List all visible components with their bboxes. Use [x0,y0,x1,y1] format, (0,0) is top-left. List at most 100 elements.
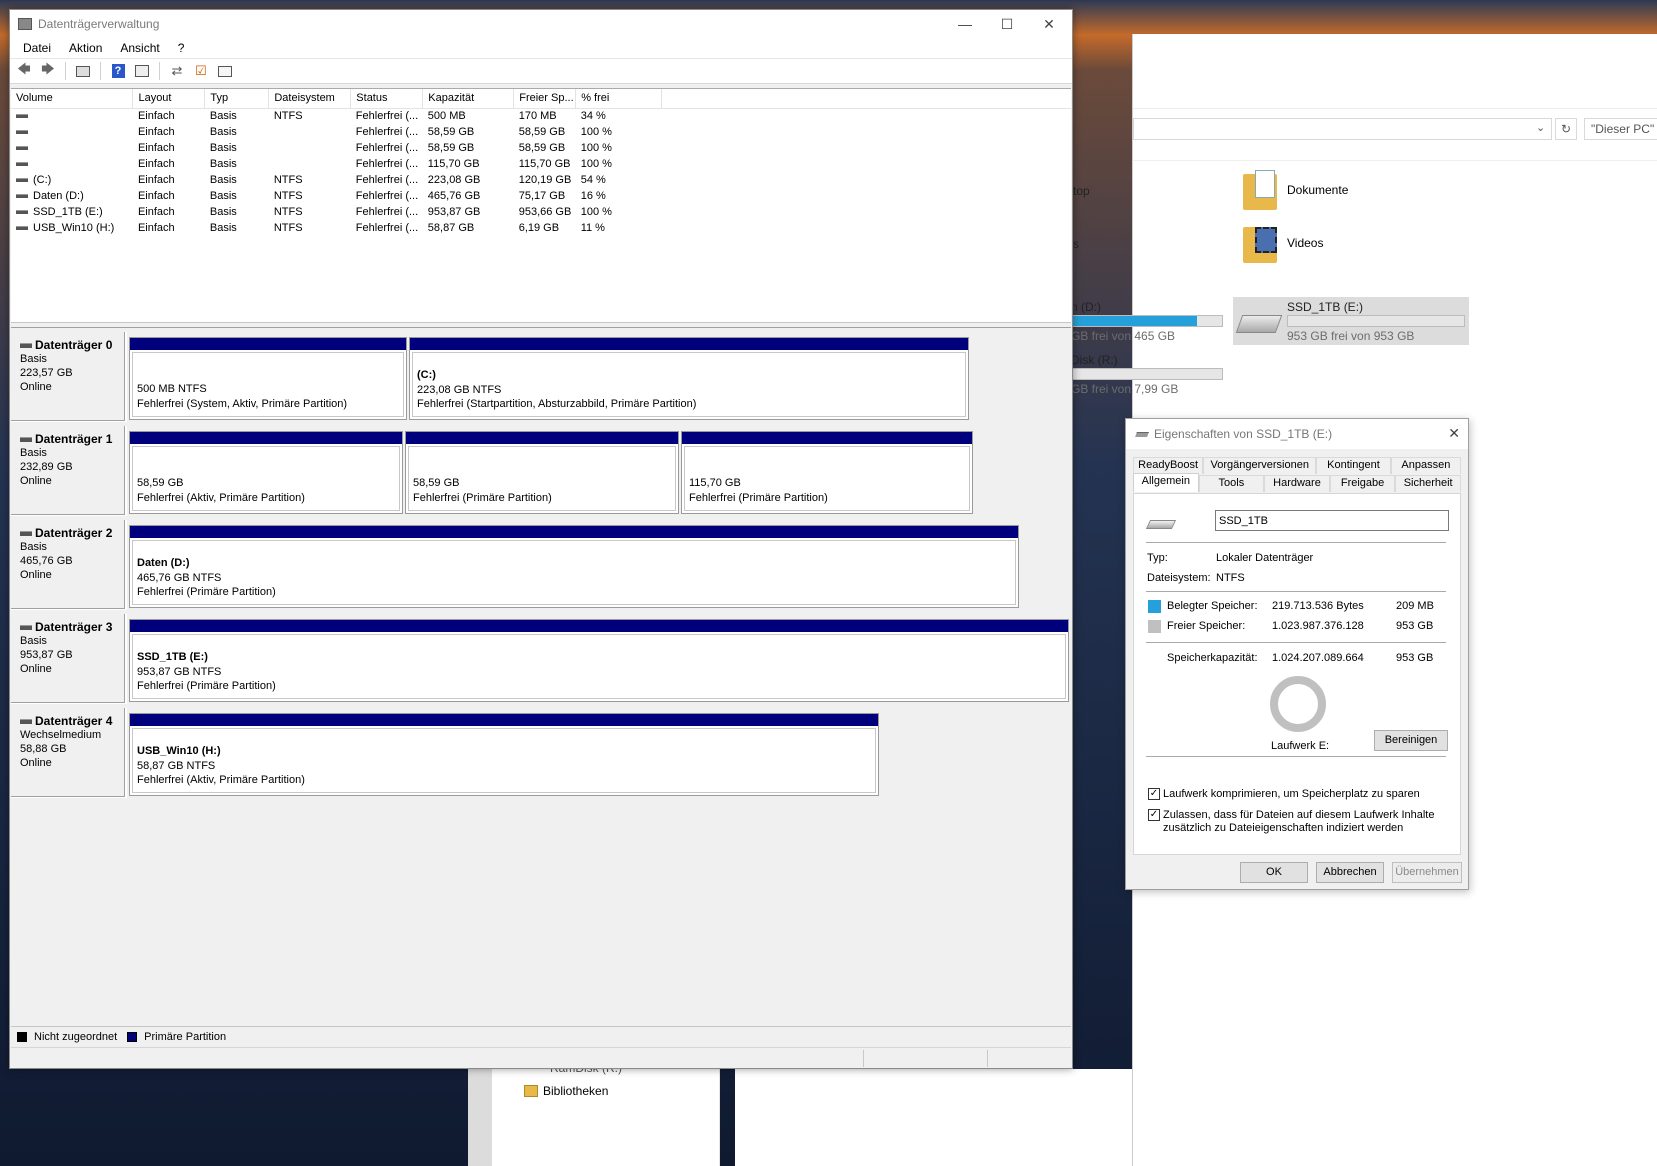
disk-label[interactable]: Datenträger 0 Basis 223,57 GB Online [11,332,127,422]
drive-e-tile[interactable]: SSD_1TB (E:) 953 GB frei von 953 GB [1233,297,1469,345]
ok-button[interactable]: OK [1240,862,1308,883]
partition-details: 500 MB NTFS Fehlerfrei (System, Aktiv, Pr… [132,352,404,417]
filler-cell [662,220,1071,236]
column-header[interactable]: Status [350,89,424,109]
primary-partition-bar [130,338,406,350]
settings-list-icon[interactable] [215,62,235,80]
volume-row[interactable]: USB_Win10 (H:) Einfach Basis NTFS Fehlerfrei… [11,220,1071,236]
partition-block[interactable]: 58,59 GB Fehlerfrei (Primäre Partition) [405,431,679,514]
menu-file[interactable]: Datei [14,41,60,55]
tab-customize[interactable]: Anpassen [1390,457,1461,474]
volume-row[interactable]: SSD_1TB (E:) Einfach Basis NTFS Fehlerfrei (… [11,204,1071,220]
partition-details: 58,59 GB Fehlerfrei (Aktiv, Primäre Parti… [132,446,400,511]
partition-size: 115,70 GB [689,477,741,489]
nav-item-libraries[interactable]: Bibliotheken [543,1084,608,1098]
disk-management-window: Datenträgerverwaltung — ☐ ✕ Datei Aktion… [9,9,1073,1069]
cleanup-button[interactable]: Bereinigen [1374,730,1448,751]
console-tree-icon[interactable] [73,62,93,80]
drive-d-label[interactable]: n (D:) [1071,300,1101,314]
close-icon[interactable]: ✕ [1448,425,1460,442]
volume-list: Volume Layout Typ Dateisystem Status Kap… [11,88,1071,322]
tab-previous-versions[interactable]: Vorgängerversionen [1203,457,1317,474]
apply-button[interactable]: Übernehmen [1392,862,1462,883]
partition-status: Fehlerfrei (Primäre Partition) [137,586,276,598]
volume-row[interactable]: Einfach Basis Fehlerfrei (... 115,70 GB 115,… [11,156,1071,172]
menu-view[interactable]: Ansicht [111,41,168,55]
volume-pct-cell: 100 % [580,142,612,154]
ramdisk-label[interactable]: Disk (R:) [1071,353,1118,367]
volume-row[interactable]: Einfach Basis Fehlerfrei (... 58,59 GB 58,59… [11,124,1071,140]
partition-block[interactable]: SSD_1TB (E:) 953,87 GB NTFS Fehlerfrei (Pr… [129,619,1069,702]
search-input[interactable]: "Dieser PC" d [1584,118,1657,140]
close-icon[interactable]: ✕ [1028,10,1070,38]
address-bar[interactable] [1133,118,1552,140]
partition-block[interactable]: (C:) 223,08 GB NTFS Fehlerfrei (Startparti… [409,337,969,420]
tab-hardware[interactable]: Hardware [1264,475,1330,492]
downloads-folder-fragment[interactable]: s [1073,237,1079,251]
drive-name-input[interactable] [1215,510,1449,531]
volume-row[interactable]: (C:) Einfach Basis NTFS Fehlerfrei (... 223,0… [11,172,1071,188]
minimize-icon[interactable]: — [944,10,986,38]
disk-label[interactable]: Datenträger 1 Basis 232,89 GB Online [11,426,127,516]
volume-row[interactable]: Einfach Basis NTFS Fehlerfrei (... 500 MB 170… [11,108,1071,124]
compress-checkbox[interactable]: ✓ [1148,788,1160,800]
title-bar: Datenträgerverwaltung — ☐ ✕ [10,10,1072,38]
column-header[interactable]: % frei [575,89,663,109]
tab-readyboost[interactable]: ReadyBoost [1133,457,1204,474]
column-header[interactable]: Typ [204,89,270,109]
volume-fs-cell [269,140,351,156]
column-header[interactable]: Layout [132,89,206,109]
tab-sharing[interactable]: Freigabe [1329,475,1396,492]
folder-videos[interactable]: Videos [1243,223,1323,263]
volume-row[interactable]: Daten (D:) Einfach Basis NTFS Fehlerfrei (..… [11,188,1071,204]
check-icon[interactable]: ☑ [191,62,211,80]
volume-typ-cell: Basis [209,190,237,202]
explorer-ribbon [1133,34,1657,109]
partition-block[interactable]: 115,70 GB Fehlerfrei (Primäre Partition) [681,431,973,514]
status-cell [863,1050,864,1067]
help-icon[interactable]: ? [108,62,128,80]
volume-free-cell: 170 MB [518,110,557,123]
partition-block[interactable]: Daten (D:) 465,76 GB NTFS Fehlerfrei (Prim… [129,525,1019,608]
partition-status: Fehlerfrei (Primäre Partition) [137,680,276,692]
disk-type: Basis [20,447,47,459]
desktop-folder-fragment[interactable]: top [1073,184,1090,198]
column-header[interactable]: Freier Sp... [513,89,577,109]
back-arrow-icon[interactable]: 🡄 [14,61,34,80]
column-header[interactable]: Volume [11,89,134,109]
maximize-icon[interactable]: ☐ [986,10,1028,38]
menu-action[interactable]: Aktion [60,41,111,55]
explorer-left-edge [468,1069,492,1166]
cancel-button[interactable]: Abbrechen [1316,862,1384,883]
folder-documents[interactable]: Dokumente [1243,170,1348,210]
properties-view-icon[interactable] [132,62,152,80]
volume-cap-cell: 58,59 GB [427,142,475,154]
index-checkbox[interactable]: ✓ [1148,809,1160,821]
volume-row[interactable]: Einfach Basis Fehlerfrei (... 58,59 GB 58,59… [11,140,1071,156]
connect-icon[interactable]: ⇄ [167,62,187,80]
partition-block[interactable]: 500 MB NTFS Fehlerfrei (System, Aktiv, Pr… [129,337,407,420]
refresh-icon[interactable]: ↻ [1555,118,1577,140]
menu-help[interactable]: ? [169,41,194,55]
chevron-down-icon[interactable]: ⌄ [1536,121,1545,134]
forward-arrow-icon[interactable]: 🡆 [38,61,58,80]
filesystem-label: Dateisystem: [1147,572,1211,584]
primary-partition-bar [406,432,678,444]
partition-block[interactable]: 58,59 GB Fehlerfrei (Aktiv, Primäre Parti… [129,431,403,514]
partition-size: 58,59 GB [137,477,184,489]
tab-general[interactable]: Allgemein [1133,473,1199,492]
disk-label[interactable]: Datenträger 2 Basis 465,76 GB Online [11,520,127,610]
column-header[interactable]: Dateisystem [268,89,352,109]
tab-security[interactable]: Sicherheit [1395,475,1461,492]
disk-row: Datenträger 4 Wechselmedium 58,88 GB Online… [11,708,1071,798]
status-cell [987,1050,988,1067]
volume-fs-cell: NTFS [273,110,303,123]
tab-tools[interactable]: Tools [1198,475,1265,492]
disk-label[interactable]: Datenträger 4 Wechselmedium 58,88 GB Online [11,708,127,798]
partition-block[interactable]: USB_Win10 (H:) 58,87 GB NTFS Fehlerfrei (A… [129,713,879,796]
partition-size: 953,87 GB NTFS [137,665,222,678]
volume-icon [16,130,28,135]
disk-label[interactable]: Datenträger 3 Basis 953,87 GB Online [11,614,127,704]
column-header[interactable]: Kapazität [422,89,515,109]
tab-quota[interactable]: Kontingent [1316,457,1391,474]
